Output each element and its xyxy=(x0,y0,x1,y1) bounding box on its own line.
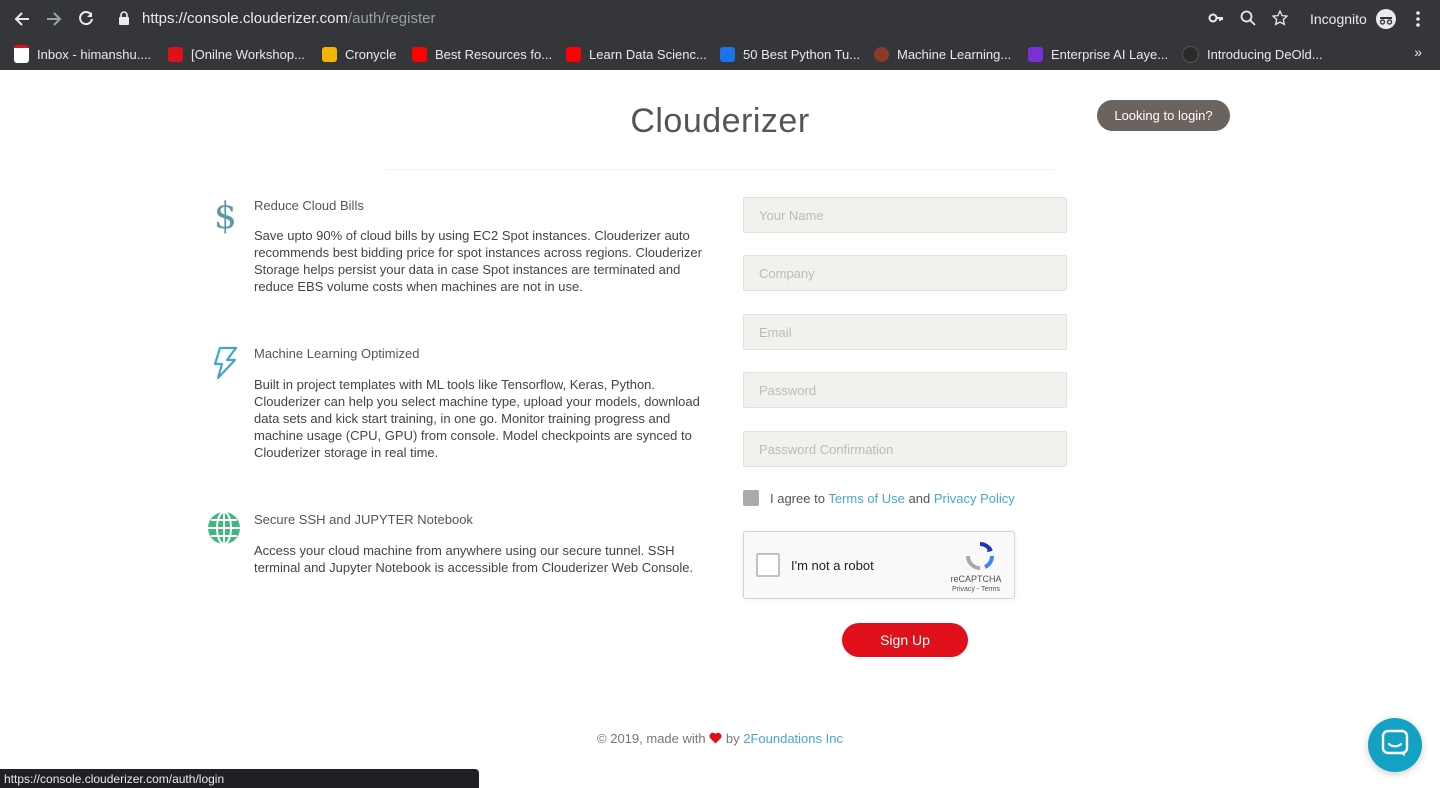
footer-by: by xyxy=(725,731,740,746)
browser-toolbar: https://console.clouderizer.com/auth/reg… xyxy=(0,0,1440,38)
recaptcha-brand: reCAPTCHA xyxy=(950,574,1002,584)
header-divider xyxy=(385,169,1055,170)
bookmark-label: Cronycle xyxy=(345,46,397,62)
lock-icon[interactable] xyxy=(118,11,130,30)
bookmark-label: Introducing DeOld... xyxy=(1207,46,1323,62)
chat-icon xyxy=(1381,729,1409,762)
bookmark-label: Inbox - himanshu.... xyxy=(37,46,152,62)
bookmark-item[interactable]: Enterprise AI Laye... xyxy=(1028,44,1168,64)
bookmark-label: 50 Best Python Tu... xyxy=(743,46,861,62)
status-bar-url: https://console.clouderizer.com/auth/log… xyxy=(0,769,479,788)
agree-prefix: I agree to xyxy=(770,491,825,506)
deoldify-favicon-icon xyxy=(1182,45,1199,63)
incognito-icon[interactable] xyxy=(1376,9,1396,34)
feature-title: Reduce Cloud Bills xyxy=(254,198,364,213)
feature-description: Save upto 90% of cloud bills by using EC… xyxy=(254,228,702,294)
bookmark-label: [Onilne Workshop... xyxy=(191,46,305,62)
bookmarks-bar: Inbox - himanshu.... [Onilne Workshop...… xyxy=(0,38,1440,70)
url-host: https://console.clouderizer.com xyxy=(142,10,348,27)
bookmark-item[interactable]: [Onilne Workshop... xyxy=(168,44,305,64)
heart-icon xyxy=(709,731,722,746)
bookmark-item[interactable]: Cronycle xyxy=(322,44,396,64)
youtube-favicon-icon xyxy=(566,46,581,62)
bookmark-label: Enterprise AI Laye... xyxy=(1051,46,1169,62)
agree-checkbox[interactable] xyxy=(743,490,759,506)
zoom-icon[interactable] xyxy=(1240,10,1256,31)
bookmark-label: Best Resources fo... xyxy=(435,46,553,62)
chat-launcher-button[interactable] xyxy=(1368,718,1422,772)
feature-ml-optimized: Machine Learning Optimized Built in proj… xyxy=(206,346,716,466)
feature-title: Machine Learning Optimized xyxy=(254,346,420,361)
login-button[interactable]: Looking to login? xyxy=(1097,100,1230,131)
bookmark-item[interactable]: 50 Best Python Tu... xyxy=(720,44,860,64)
recaptcha-logo-icon xyxy=(965,541,995,576)
footer-prefix: © 2019, made with xyxy=(597,731,706,746)
recaptcha-widget: I'm not a robot reCAPTCHA Privacy - Term… xyxy=(743,531,1015,599)
agree-label: I agree to Terms of Use and Privacy Poli… xyxy=(770,491,1015,506)
dollar-icon: $ xyxy=(206,196,242,237)
python-favicon-icon xyxy=(720,46,735,62)
bookmark-label: Machine Learning... xyxy=(897,46,1012,62)
bookmark-item[interactable]: Machine Learning... xyxy=(874,44,1011,64)
workshop-favicon-icon xyxy=(168,46,183,62)
footer: © 2019, made with by 2Foundations Inc xyxy=(0,731,1440,746)
company-link[interactable]: 2Foundations Inc xyxy=(743,731,843,746)
svg-text:$: $ xyxy=(214,198,237,234)
youtube-favicon-icon xyxy=(412,46,427,62)
recaptcha-label: I'm not a robot xyxy=(791,558,874,573)
reload-icon[interactable] xyxy=(76,9,96,29)
privacy-policy-link[interactable]: Privacy Policy xyxy=(934,491,1015,506)
sign-up-button[interactable]: Sign Up xyxy=(842,623,968,657)
feature-description: Built in project templates with ML tools… xyxy=(254,377,700,460)
feature-description: Access your cloud machine from anywhere … xyxy=(254,543,694,575)
email-input[interactable] xyxy=(743,314,1067,350)
cronycle-favicon-icon xyxy=(322,46,337,62)
company-input[interactable] xyxy=(743,255,1067,291)
bookmark-star-icon[interactable] xyxy=(1271,9,1289,31)
agree-and: and xyxy=(908,491,931,506)
bookmark-item[interactable]: Best Resources fo... xyxy=(412,44,552,64)
recaptcha-terms-link[interactable]: Privacy - Terms xyxy=(944,586,1008,593)
bookmark-item[interactable]: Inbox - himanshu.... xyxy=(14,44,151,64)
forward-arrow-icon[interactable] xyxy=(44,9,64,29)
feature-secure-ssh: Secure SSH and JUPYTER Notebook Access y… xyxy=(206,510,716,582)
back-arrow-icon[interactable] xyxy=(12,9,32,29)
bookmark-item[interactable]: Learn Data Scienc... xyxy=(566,44,707,64)
recaptcha-checkbox[interactable] xyxy=(756,553,780,577)
feature-cloud-bills: $ Reduce Cloud Bills Save upto 90% of cl… xyxy=(206,196,716,298)
terms-of-use-link[interactable]: Terms of Use xyxy=(828,491,905,506)
bookmark-item[interactable]: Introducing DeOld... xyxy=(1182,44,1323,64)
address-bar[interactable]: https://console.clouderizer.com/auth/reg… xyxy=(142,10,435,27)
more-bookmarks-icon[interactable]: » xyxy=(1414,44,1422,60)
bookmark-label: Learn Data Scienc... xyxy=(589,46,707,62)
password-input[interactable] xyxy=(743,372,1067,408)
feature-title: Secure SSH and JUPYTER Notebook xyxy=(254,512,473,527)
incognito-label: Incognito xyxy=(1310,11,1367,27)
ml-favicon-icon xyxy=(874,46,889,62)
gmail-favicon-icon xyxy=(14,45,29,63)
lightning-icon xyxy=(206,346,242,382)
kebab-menu-icon[interactable] xyxy=(1416,11,1420,32)
name-input[interactable] xyxy=(743,197,1067,233)
globe-icon xyxy=(206,510,242,546)
key-icon[interactable] xyxy=(1208,10,1224,31)
password-confirmation-input[interactable] xyxy=(743,431,1067,467)
url-path: /auth/register xyxy=(347,10,436,27)
enterprise-ai-favicon-icon xyxy=(1028,46,1043,62)
